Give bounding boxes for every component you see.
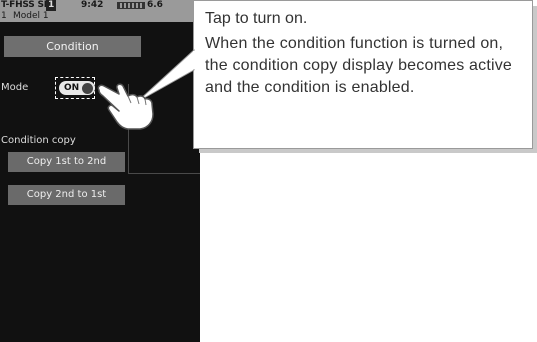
mode-label: Mode	[1, 82, 29, 93]
copy-1st-to-2nd-button[interactable]: Copy 1st to 2nd	[8, 152, 125, 172]
mode-switch[interactable]: ON	[59, 81, 95, 95]
battery-icon	[117, 2, 145, 9]
mode-toggle[interactable]: ON	[55, 77, 95, 99]
callout-body: When the condition function is turned on…	[205, 35, 513, 96]
toggle-knob	[82, 83, 93, 94]
status-bar: T-FHSS SR 1 9:42 6.6 1 Model 1	[0, 0, 200, 22]
transmitter-screen: T-FHSS SR 1 9:42 6.6 1 Model 1 Condition…	[0, 0, 200, 342]
model-index: 1	[1, 11, 7, 21]
instruction-callout: Tap to turn on. When the condition funct…	[193, 0, 533, 149]
callout-title: Tap to turn on.	[205, 10, 308, 27]
tapping-hand-icon	[97, 83, 154, 130]
clock-time: 9:42	[81, 0, 104, 10]
copy-2nd-to-1st-button[interactable]: Copy 2nd to 1st	[8, 185, 125, 205]
system-type: T-FHSS SR	[1, 0, 51, 10]
condition-copy-label: Condition copy	[1, 135, 76, 146]
model-number: 1	[46, 0, 57, 11]
battery-voltage: 6.6	[147, 0, 163, 10]
model-name: Model 1	[13, 11, 49, 21]
guide-line	[128, 173, 200, 174]
mode-value: ON	[64, 83, 80, 93]
condition-title-button[interactable]: Condition	[4, 36, 141, 57]
